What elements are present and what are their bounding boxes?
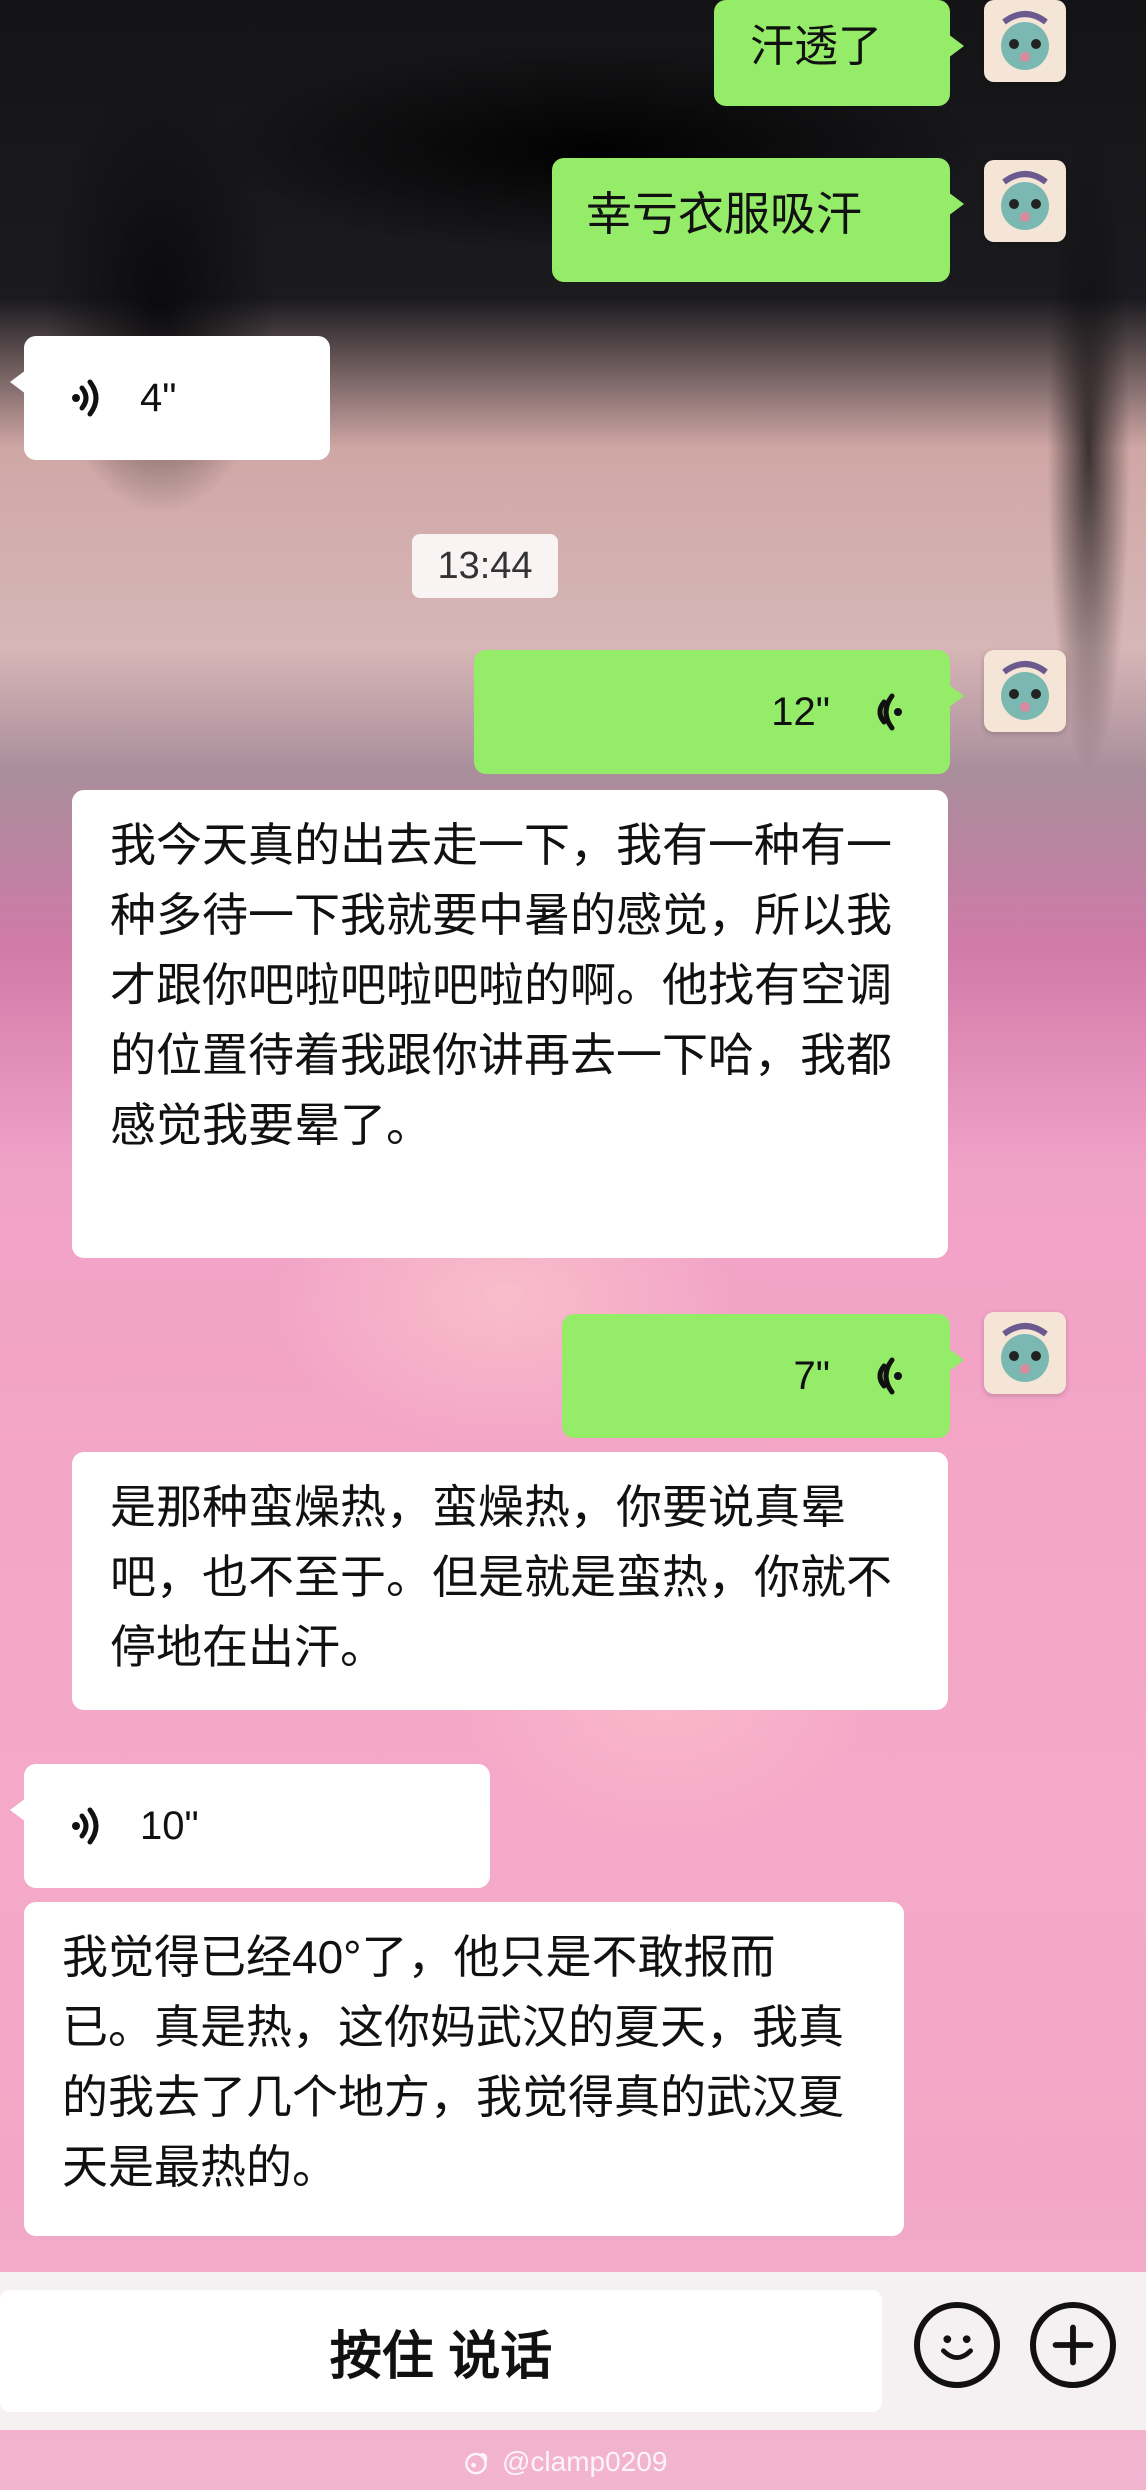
voice-transcript: 我觉得已经40°了，他只是不敢报而已。真是热，这你妈武汉的夏天，我真的我去了几个… [24,1902,904,2236]
message-text: 汗透了 [750,22,882,71]
voice-message-row: 4" [24,336,330,460]
voice-duration: 12" [771,689,830,734]
voice-transcript: 是那种蛮燥热，蛮燥热，你要说真晕吧，也不至于。但是就是蛮热，你就不停地在出汗。 [72,1452,948,1710]
plush-avatar-icon [984,0,1066,82]
avatar[interactable] [984,650,1066,732]
voice-wave-icon [877,693,902,731]
weibo-icon [465,2452,488,2475]
avatar[interactable] [984,0,1066,82]
voice-message[interactable]: 7" [562,1314,964,1438]
voice-duration: 7" [793,1353,830,1398]
message-bubble[interactable]: 幸亏衣服吸汗 [552,158,964,282]
timestamp: 13:44 [412,534,558,598]
voice-duration: 10" [140,1803,199,1848]
message-bubble[interactable]: 汗透了 [714,0,964,106]
voice-transcript: 我今天真的出去走一下，我有一种有一种多待一下我就要中暑的感觉，所以我才跟你吧啦吧… [72,790,948,1258]
plus-button[interactable] [1030,2302,1116,2388]
voice-wave-icon [72,1807,99,1845]
emoji-button[interactable] [914,2302,1000,2388]
voice-message[interactable]: 10" [10,1764,490,1888]
voice-message-row: 10" [24,1764,490,1888]
hold-to-talk-button[interactable]: 按住 说话 [0,2290,882,2412]
voice-duration: 4" [140,375,177,420]
avatar[interactable] [984,160,1066,242]
watermark: @clamp0209 [460,2442,700,2482]
input-bar: 按住 说话 [0,2272,1146,2430]
voice-message[interactable]: 4" [10,336,330,460]
smiley-icon [941,2335,973,2360]
hold-to-talk-label: 按住 说话 [329,2327,553,2386]
avatar[interactable] [984,1312,1066,1394]
plush-avatar-icon [984,650,1066,732]
transcript-text: 是那种蛮燥热，蛮燥热，你要说真晕吧，也不至于。但是就是蛮热，你就不停地在出汗。 [110,1481,892,1673]
plush-avatar-icon [984,1312,1066,1394]
transcript-text: 我觉得已经40°了，他只是不敢报而已。真是热，这你妈武汉的夏天，我真的我去了几个… [62,1931,844,2193]
message-text: 幸亏衣服吸汗 [586,188,862,240]
voice-message[interactable]: 12" [474,650,964,774]
voice-message-row: 7" [562,1314,950,1438]
transcript-text: 我今天真的出去走一下，我有一种有一种多待一下我就要中暑的感觉，所以我才跟你吧啦吧… [110,819,892,1151]
plush-avatar-icon [984,160,1066,242]
watermark-text: @clamp0209 [502,2446,668,2477]
plus-icon [1052,2324,1094,2366]
voice-message-row: 12" [474,650,950,774]
timestamp-text: 13:44 [437,544,533,587]
voice-wave-icon [877,1357,902,1395]
voice-wave-icon [72,379,99,417]
